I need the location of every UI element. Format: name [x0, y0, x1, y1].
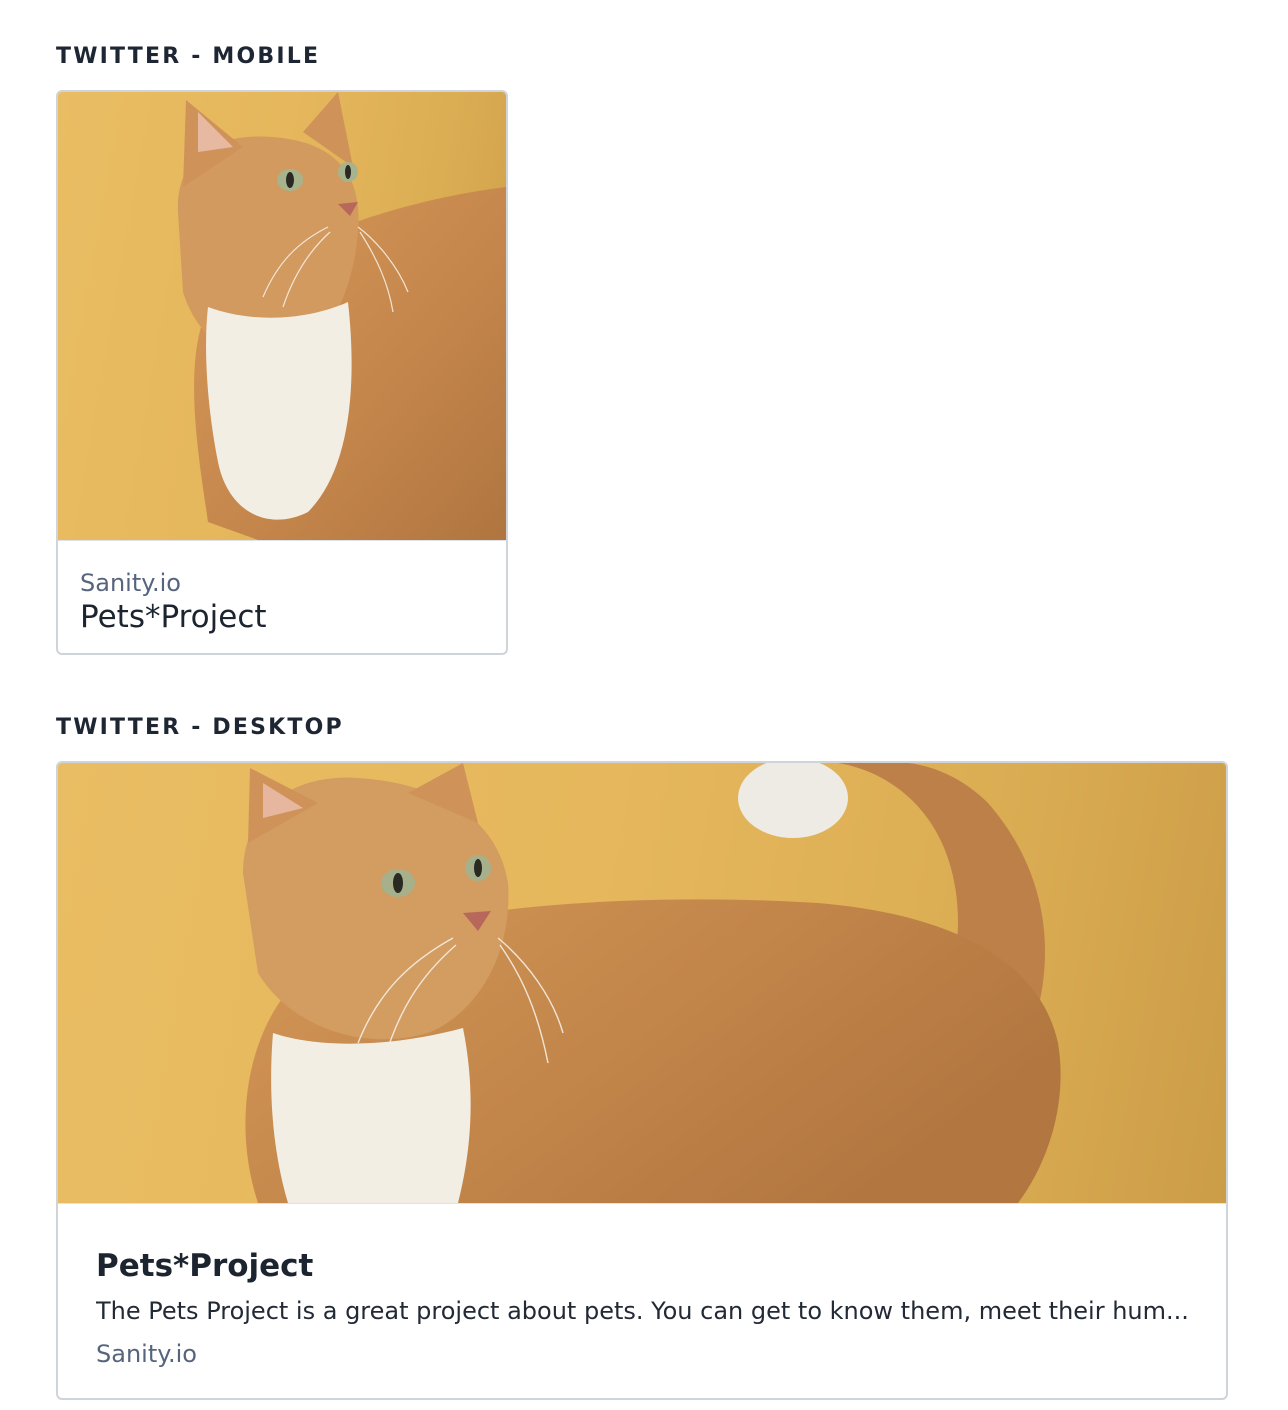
twitter-desktop-card[interactable]: Pets*Project The Pets Project is a great…: [56, 761, 1228, 1400]
card-title-desktop: Pets*Project: [96, 1248, 314, 1284]
twitter-mobile-card[interactable]: Sanity.io Pets*Project: [56, 90, 508, 655]
card-footer-desktop: Pets*Project The Pets Project is a great…: [58, 1203, 1226, 1398]
card-description-desktop: The Pets Project is a great project abou…: [96, 1297, 1189, 1325]
cat-photo: [177, 92, 506, 540]
cat-photo: [243, 763, 1061, 1203]
card-title-mobile: Pets*Project: [80, 599, 267, 635]
card-site-mobile: Sanity.io: [80, 569, 181, 597]
card-image-desktop: [58, 763, 1226, 1203]
card-site-desktop: Sanity.io: [96, 1340, 197, 1368]
card-image-mobile: [58, 92, 506, 540]
section-label-desktop: TWITTER - DESKTOP: [56, 715, 344, 740]
card-footer-mobile: Sanity.io Pets*Project: [58, 540, 506, 653]
section-label-mobile: TWITTER - MOBILE: [56, 44, 321, 69]
